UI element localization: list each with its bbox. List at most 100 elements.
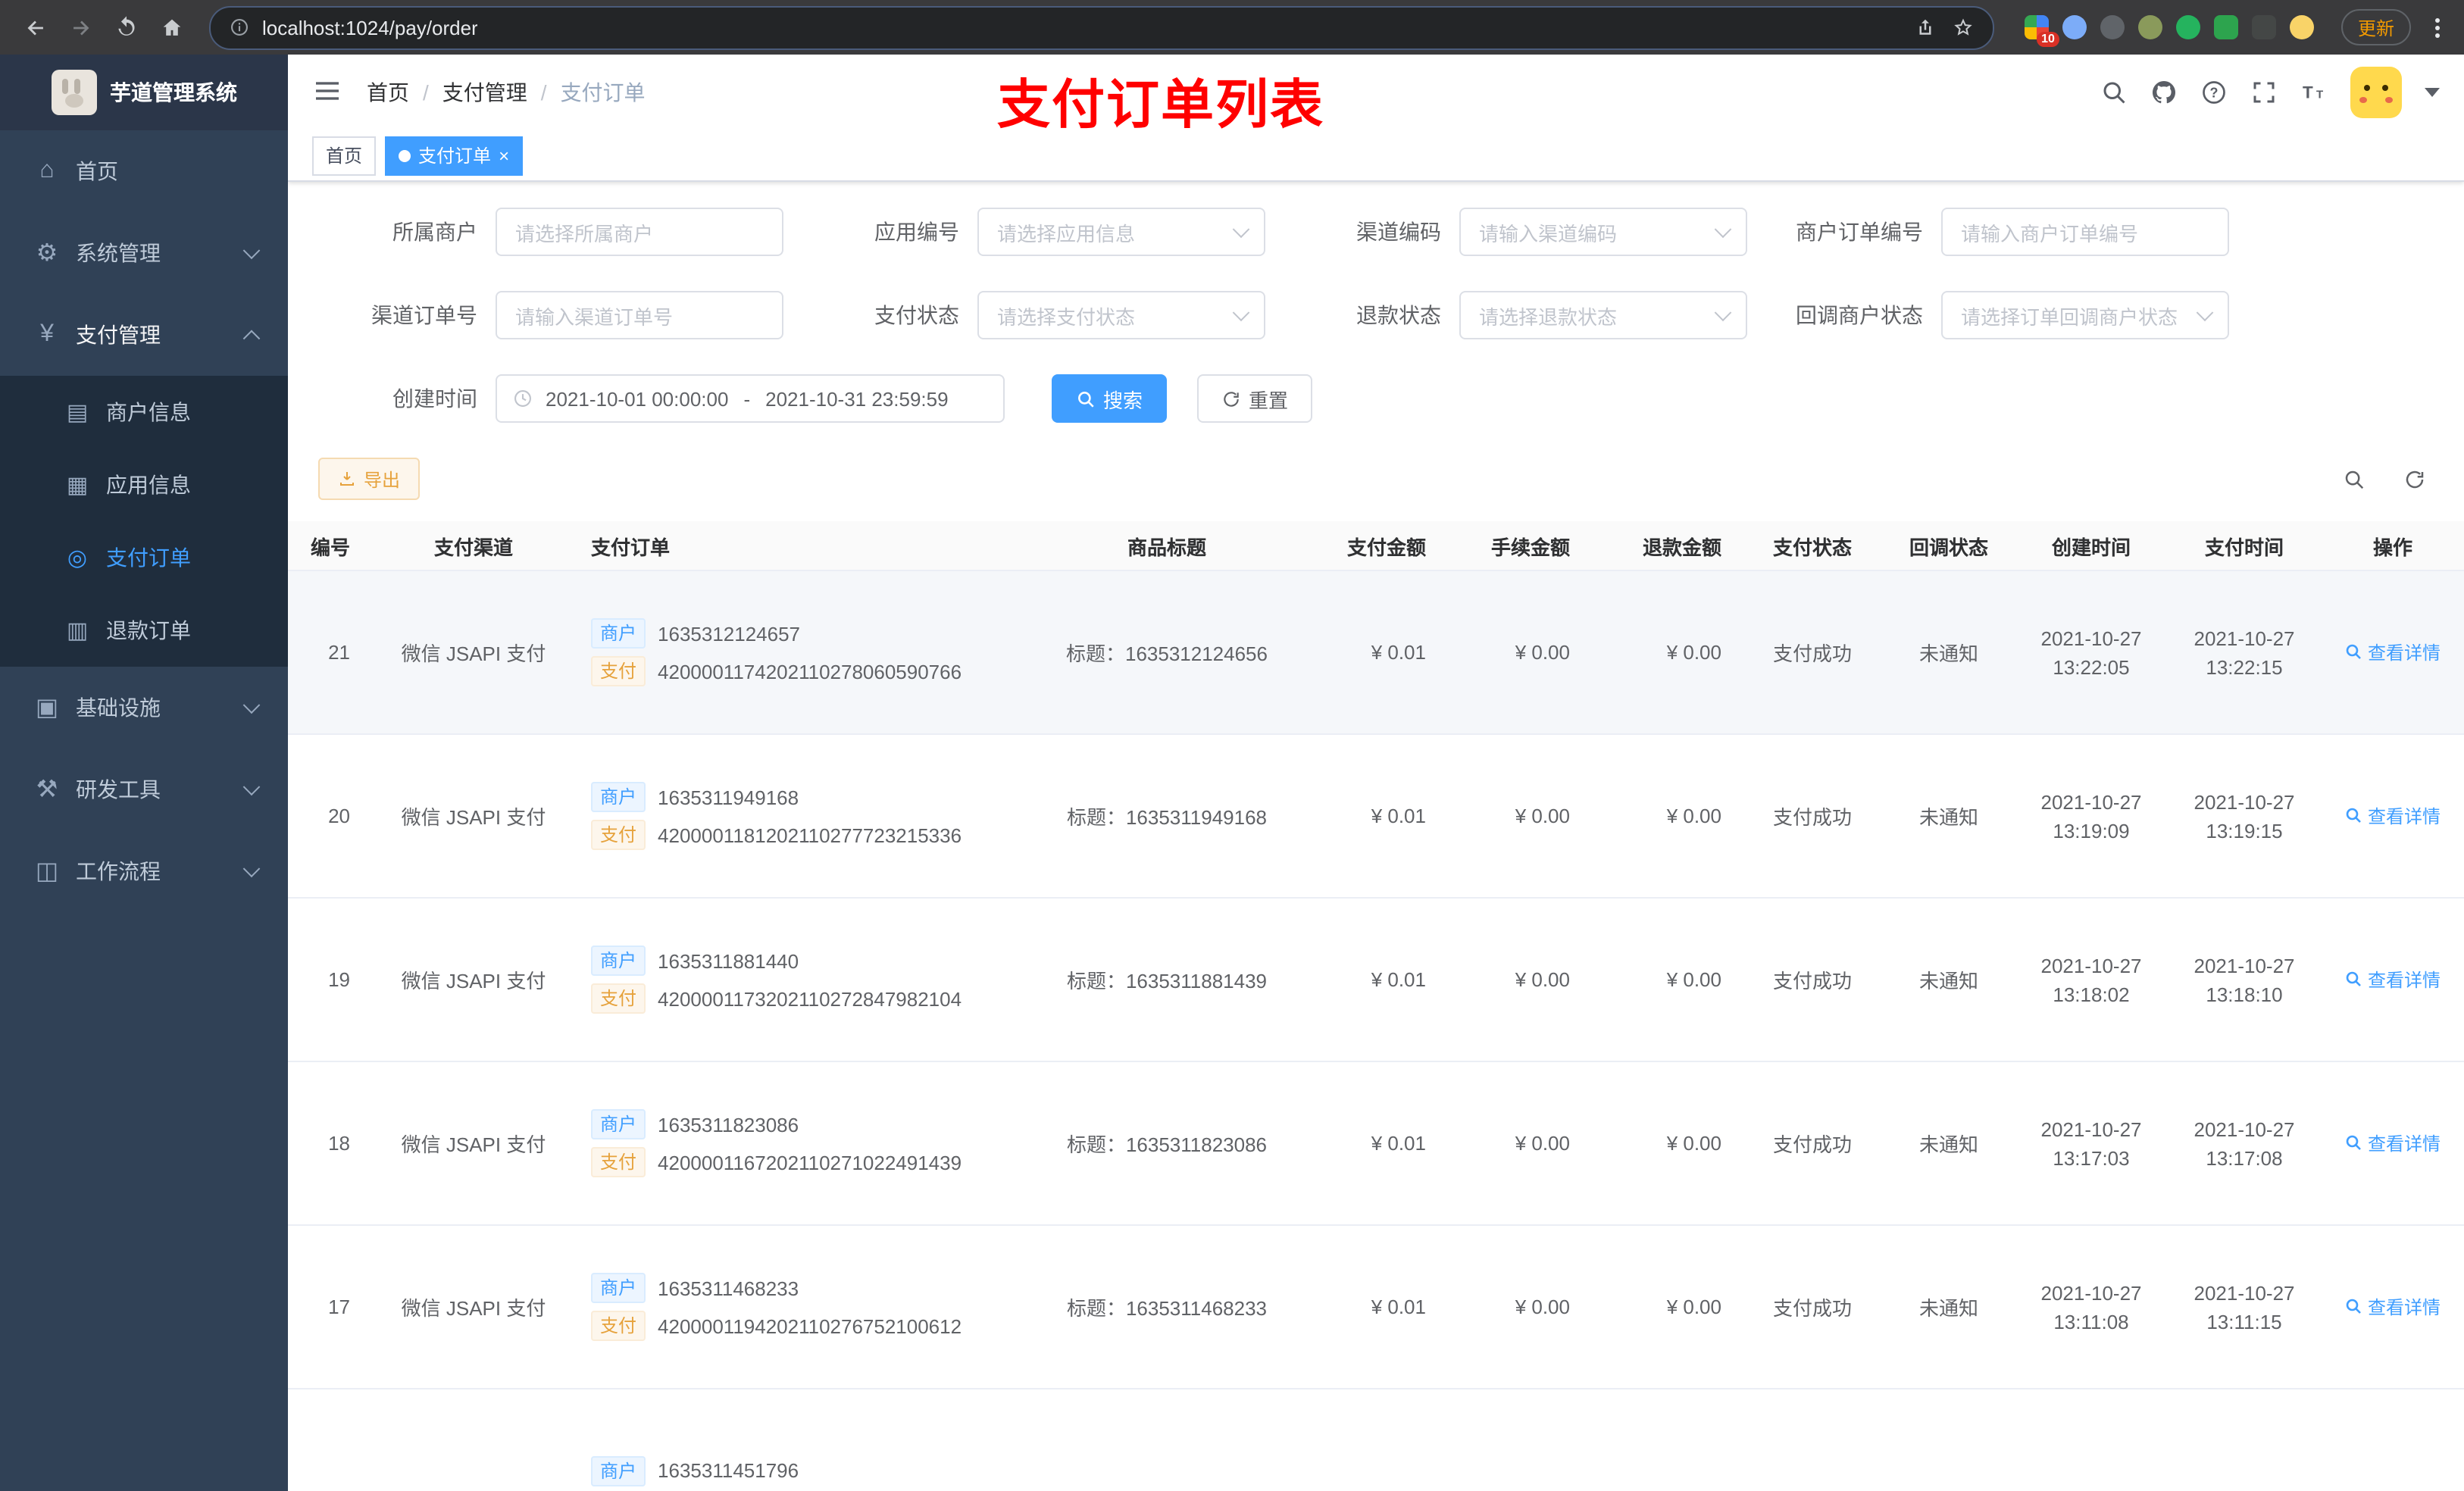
extension-icon[interactable]: 10 <box>2024 15 2059 47</box>
show-search-icon[interactable] <box>2334 459 2373 499</box>
sidebar-item-workflow[interactable]: ◫ 工作流程 <box>0 830 288 912</box>
column-header: 编号 <box>310 536 350 558</box>
search-icon[interactable] <box>2100 79 2128 106</box>
sidebar-item-merchant-info[interactable]: ▤ 商户信息 <box>0 376 288 449</box>
refund-status-select[interactable]: 请选择退款状态 <box>1459 291 1747 339</box>
filter-item-pay-status: 支付状态 请选择支付状态 <box>800 291 1265 339</box>
sidebar-item-payment[interactable]: ¥ 支付管理 <box>0 294 288 376</box>
target-icon: ◎ <box>67 545 88 571</box>
cell-pay-order: 商户 1635311823086 支付 42000011672021102710224… <box>576 1102 1030 1185</box>
table-row[interactable]: 17 微信 JSAPI 支付 商户 1635311468233 支付 4200001194… <box>288 1226 2464 1389</box>
fullscreen-icon[interactable] <box>2250 79 2278 106</box>
chevron-down-icon <box>1714 220 1732 239</box>
view-detail-link[interactable]: 查看详情 <box>2345 639 2441 665</box>
table-row[interactable]: 19 微信 JSAPI 支付 商户 1635311881440 支付 4200001173… <box>288 899 2464 1062</box>
cell-notify-status: 未通知 <box>1918 1133 1978 1156</box>
cell-pay-time: 2021-10-27 13:22:15 <box>2194 627 2295 678</box>
gear-icon: ⚙ <box>36 241 58 267</box>
browser-update-button[interactable]: 更新 <box>2340 9 2411 45</box>
cell-pay-amount: ¥ 0.01 <box>1371 805 1426 827</box>
help-icon[interactable]: ? <box>2200 79 2228 106</box>
sidebar-item-label: 商户信息 <box>106 400 191 424</box>
cell-goods-title: 标题：1635311468233 <box>1066 1297 1268 1320</box>
logo[interactable]: 芋道管理系统 <box>0 55 288 130</box>
sidebar-item-system[interactable]: ⚙ 系统管理 <box>0 212 288 294</box>
extension-icon[interactable] <box>2213 15 2238 39</box>
merchant-tag: 商户 <box>591 946 646 976</box>
cell-pay-order: 商户 1635311468233 支付 42000011942021102767521… <box>576 1265 1030 1349</box>
reset-button[interactable]: 重置 <box>1197 374 1313 423</box>
app-select[interactable]: 请选择应用信息 <box>977 208 1265 256</box>
extension-icon[interactable] <box>2137 15 2162 39</box>
column-header: 支付时间 <box>2204 536 2284 558</box>
sidebar-item-infrastructure[interactable]: ▣ 基础设施 <box>0 667 288 749</box>
cell-pay-status: 支付成功 <box>1772 1297 1852 1320</box>
cell-fee-amount: ¥ 0.00 <box>1515 968 1570 991</box>
reload-icon[interactable] <box>106 8 145 47</box>
breadcrumb-payment[interactable]: 支付管理 <box>442 77 527 108</box>
close-icon[interactable]: × <box>499 146 509 164</box>
sidebar-item-pay-order[interactable]: ◎ 支付订单 <box>0 521 288 594</box>
font-size-icon[interactable]: TT <box>2300 79 2328 106</box>
notify-status-select[interactable]: 请选择订单回调商户状态 <box>1941 291 2229 339</box>
pay-tag: 支付 <box>591 1147 646 1177</box>
column-header: 操作 <box>2372 536 2412 558</box>
cell-action: 查看详情 <box>2322 639 2464 666</box>
pay-order-no: 4200001174202110278060590766 <box>658 660 962 683</box>
sidebar-item-app-info[interactable]: ▦ 应用信息 <box>0 449 288 521</box>
extension-icon[interactable] <box>2100 15 2125 39</box>
sidebar-toggle-icon[interactable] <box>312 76 346 109</box>
chevron-down-icon <box>2196 304 2214 322</box>
user-avatar[interactable] <box>2350 67 2402 118</box>
view-detail-link[interactable]: 查看详情 <box>2345 1130 2441 1156</box>
filter-row: 创建时间 2021-10-01 00:00:00 - 2021-10-31 23… <box>318 374 2434 423</box>
refresh-table-icon[interactable] <box>2394 459 2434 499</box>
address-bar[interactable]: localhost:1024/pay/order <box>209 5 1994 49</box>
sidebar-item-home[interactable]: ⌂ 首页 <box>0 130 288 212</box>
breadcrumb-home[interactable]: 首页 <box>367 77 409 108</box>
tab-pay-order[interactable]: 支付订单 × <box>385 136 524 175</box>
cell-action: 查看详情 <box>2322 1294 2464 1321</box>
channel-order-no-input[interactable]: 请输入渠道订单号 <box>496 291 783 339</box>
sidebar-item-dev-tools[interactable]: ⚒ 研发工具 <box>0 749 288 830</box>
profile-avatar-icon[interactable] <box>2289 15 2314 39</box>
pay-status-select[interactable]: 请选择支付状态 <box>977 291 1265 339</box>
chevron-down-icon <box>1714 304 1732 322</box>
view-detail-link[interactable]: 查看详情 <box>2345 803 2441 829</box>
cell-id: 21 <box>328 641 350 664</box>
info-icon[interactable] <box>229 17 250 38</box>
create-time-range-picker[interactable]: 2021-10-01 00:00:00 - 2021-10-31 23:59:5… <box>496 374 1005 423</box>
merchant-order-no-input[interactable]: 请输入商户订单编号 <box>1941 208 2229 256</box>
forward-icon[interactable] <box>61 8 100 47</box>
home-icon[interactable] <box>152 8 191 47</box>
chevron-down-icon <box>1232 304 1250 322</box>
pay-tag: 支付 <box>591 1311 646 1341</box>
github-icon[interactable] <box>2150 79 2178 106</box>
share-icon[interactable] <box>1914 16 1937 39</box>
back-icon[interactable] <box>15 8 55 47</box>
export-button[interactable]: 导出 <box>318 458 421 500</box>
search-button[interactable]: 搜索 <box>1052 374 1168 423</box>
tab-home[interactable]: 首页 <box>312 136 377 175</box>
extension-icon[interactable] <box>2175 15 2200 39</box>
table-row[interactable]: 21 微信 JSAPI 支付 商户 1635312124657 支付 4200001174… <box>288 571 2464 735</box>
avatar-dropdown-caret-icon[interactable] <box>2425 88 2440 97</box>
filter-item-merchant: 所属商户 请选择所属商户 <box>318 208 783 256</box>
view-detail-link[interactable]: 查看详情 <box>2345 1294 2441 1320</box>
view-detail-link[interactable]: 查看详情 <box>2345 967 2441 992</box>
bookmark-star-icon[interactable] <box>1952 16 1975 39</box>
svg-text:?: ? <box>2210 85 2219 100</box>
sidebar-item-refund-order[interactable]: ▥ 退款订单 <box>0 594 288 667</box>
extension-icon[interactable] <box>2251 15 2276 39</box>
extension-icon[interactable] <box>2062 15 2087 39</box>
sidebar-item-label: 系统管理 <box>76 241 161 265</box>
browser-menu-icon[interactable] <box>2426 17 2449 37</box>
logo-avatar <box>51 70 96 115</box>
table-row[interactable]: 20 微信 JSAPI 支付 商户 1635311949168 支付 4200001181… <box>288 735 2464 899</box>
merchant-select[interactable]: 请选择所属商户 <box>496 208 783 256</box>
cell-refund-amount: ¥ 0.00 <box>1666 641 1721 664</box>
channel-code-select[interactable]: 请输入渠道编码 <box>1459 208 1747 256</box>
table-row[interactable]: 商户 1635311451796 <box>288 1389 2464 1491</box>
table-row[interactable]: 18 微信 JSAPI 支付 商户 1635311823086 支付 4200001167… <box>288 1062 2464 1226</box>
sidebar-item-label: 退款订单 <box>106 618 191 642</box>
